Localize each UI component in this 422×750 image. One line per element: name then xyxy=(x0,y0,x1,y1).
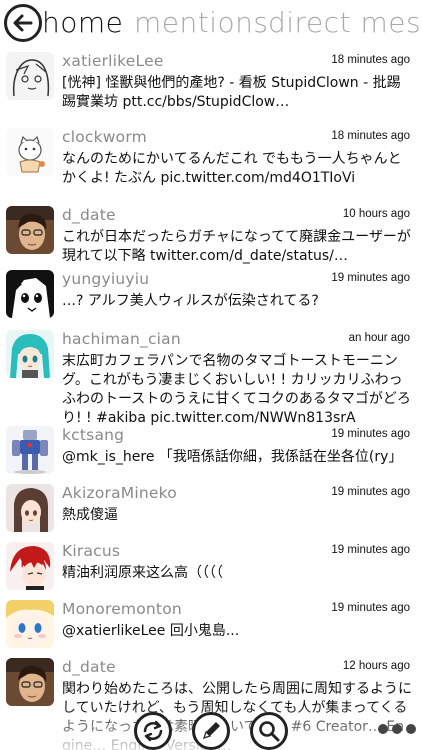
timestamp: 19 minutes ago xyxy=(331,428,410,440)
compose-button[interactable] xyxy=(192,712,230,750)
avatar[interactable] xyxy=(6,426,54,474)
timestamp: an hour ago xyxy=(348,332,410,344)
avatar[interactable] xyxy=(6,330,54,378)
tweet-item[interactable]: xatierlikeLee 18 minutes ago [恍神] 怪獸與他們的… xyxy=(0,52,422,134)
avatar[interactable] xyxy=(6,128,54,176)
username[interactable]: yungyiuyiu xyxy=(62,270,149,288)
tweet-item[interactable]: kctsang 19 minutes ago @mk_is_here 「我唔係話… xyxy=(0,426,422,482)
avatar[interactable] xyxy=(6,658,54,706)
more-dots-icon xyxy=(392,724,402,734)
timestamp: 12 hours ago xyxy=(342,660,410,672)
search-icon xyxy=(259,721,280,742)
search-button[interactable] xyxy=(250,712,288,750)
avatar[interactable] xyxy=(6,206,54,254)
timeline[interactable]: xatierlikeLee 18 minutes ago [恍神] 怪獸與他們的… xyxy=(0,46,422,750)
avatar[interactable] xyxy=(6,270,54,318)
more-dots-icon xyxy=(378,724,388,734)
tweet-item[interactable]: hachiman_cian an hour ago 末広町カフェラパンで名物のタ… xyxy=(0,330,422,426)
username[interactable]: Monoremonton xyxy=(62,600,182,618)
timestamp: 10 hours ago xyxy=(342,208,410,220)
timestamp: 19 minutes ago xyxy=(331,272,410,284)
tab-home[interactable]: home xyxy=(42,6,123,39)
tab-bar: home mentions direct messa xyxy=(0,0,422,46)
tweet-text: @mk_is_here 「我唔係話你細，我係話在坐各位(ry」 xyxy=(62,449,403,465)
tweet-item[interactable]: Kiracus 19 minutes ago 精油利润原来这么高（（（（ xyxy=(0,542,422,598)
tweet-item[interactable]: d_date 10 hours ago これが日本だったらガチャになってて廃課金… xyxy=(0,206,422,268)
more-button[interactable] xyxy=(376,722,418,738)
username[interactable]: d_date xyxy=(62,658,116,676)
timestamp: 18 minutes ago xyxy=(331,130,410,142)
pencil-icon xyxy=(203,722,220,739)
username[interactable]: hachiman_cian xyxy=(62,330,181,348)
refresh-icon xyxy=(143,720,163,742)
tweet-item[interactable]: Monoremonton 19 minutes ago @xatierlikeL… xyxy=(0,600,422,656)
username[interactable]: xatierlikeLee xyxy=(62,52,164,70)
tweet-text: [恍神] 怪獸與他們的產地? - 看板 StupidClown - 批踢踢實業坊… xyxy=(62,75,401,110)
timestamp: 19 minutes ago xyxy=(331,486,410,498)
refresh-button[interactable] xyxy=(134,712,172,750)
avatar[interactable] xyxy=(6,600,54,648)
timestamp: 19 minutes ago xyxy=(331,602,410,614)
username[interactable]: Kiracus xyxy=(62,542,120,560)
username[interactable]: clockworm xyxy=(62,128,147,146)
username[interactable]: d_date xyxy=(62,206,116,224)
avatar[interactable] xyxy=(6,52,54,100)
tweet-text: なんのためにかいてるんだこれ でももう一人ちゃんとかくよ! たぶん pic.tw… xyxy=(62,151,402,186)
tweet-item[interactable]: yungyiuyiu 19 minutes ago …? アルフ美人ウィルスが伝… xyxy=(0,270,422,326)
tweet-text: …? アルフ美人ウィルスが伝染されてる? xyxy=(62,293,319,309)
back-button[interactable] xyxy=(4,4,42,42)
timestamp: 18 minutes ago xyxy=(331,54,410,66)
tweet-item[interactable]: clockworm 18 minutes ago なんのためにかいてるんだこれ … xyxy=(0,128,422,202)
username[interactable]: kctsang xyxy=(62,426,124,444)
tweet-text: 熱成傻逼 xyxy=(62,507,118,523)
back-arrow-icon xyxy=(13,14,33,32)
username[interactable]: AkizoraMineko xyxy=(62,484,177,502)
tab-mentions[interactable]: mentions xyxy=(134,6,268,39)
tweet-text: @xatierlikeLee 回小鬼島... xyxy=(62,623,240,639)
tweet-text: これが日本だったらガチャになってて廃課金ユーザーが現れて以下略 twitter.… xyxy=(62,229,411,264)
more-dots-icon xyxy=(406,724,416,734)
avatar[interactable] xyxy=(6,542,54,590)
tab-direct-messages[interactable]: direct messa xyxy=(268,6,422,39)
tweet-text: 精油利润原来这么高（（（（ xyxy=(62,565,223,581)
tweet-text: 末広町カフェラパンで名物のタマゴトーストモーニング。これがもう凄まじくおいしい!… xyxy=(62,353,411,426)
timestamp: 19 minutes ago xyxy=(331,544,410,556)
avatar[interactable] xyxy=(6,484,54,532)
tweet-item[interactable]: AkizoraMineko 19 minutes ago 熱成傻逼 xyxy=(0,484,422,540)
